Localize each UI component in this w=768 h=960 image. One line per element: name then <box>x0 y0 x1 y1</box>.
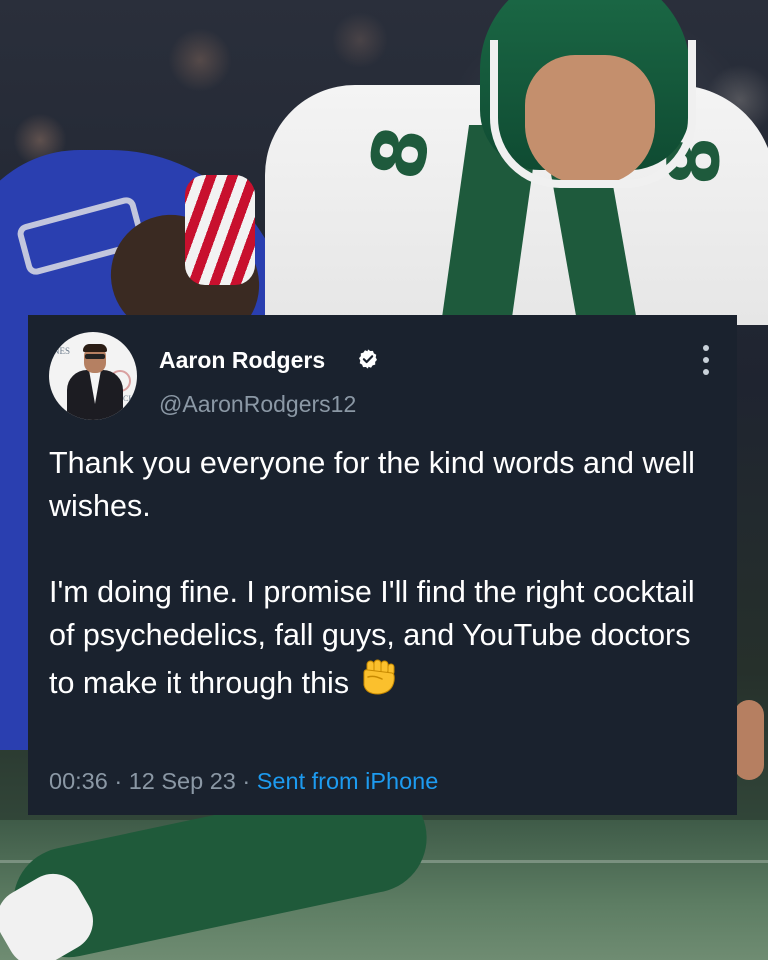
tweet-screenshot-image: 8 8 NES CKY Aaron Rodgers @AaronRodgers1… <box>0 0 768 960</box>
meta-separator: · <box>107 768 129 794</box>
tweet-date: 12 Sep 23 <box>128 768 236 794</box>
display-name[interactable]: Aaron Rodgers <box>159 347 325 374</box>
verified-badge-icon <box>359 349 377 369</box>
user-handle[interactable]: @AaronRodgers12 <box>159 391 356 418</box>
more-options-icon[interactable] <box>696 343 716 377</box>
avatar-hair <box>83 344 107 352</box>
avatar-backdrop-text: NES <box>53 346 71 356</box>
avatar-sunglasses <box>85 354 105 359</box>
more-options-dot <box>703 369 709 375</box>
defender-sleeve-stripes <box>185 175 255 285</box>
tweet-text: Thank you everyone for the kind words an… <box>49 442 719 705</box>
raised-fist-emoji <box>363 659 395 695</box>
meta-separator: · <box>235 768 257 794</box>
more-options-dot <box>703 357 709 363</box>
more-options-dot <box>703 345 709 351</box>
player-hand <box>734 700 764 780</box>
tweet-card[interactable]: NES CKY Aaron Rodgers @AaronRodgers12 Th… <box>28 315 737 815</box>
tweet-time: 00:36 <box>49 768 108 794</box>
avatar[interactable]: NES CKY <box>49 332 137 420</box>
avatar-backdrop-text: CKY <box>123 394 137 403</box>
tweet-source-link[interactable]: Sent from iPhone <box>257 768 439 794</box>
helmet-facemask <box>490 40 696 188</box>
tweet-meta: 00:36 · 12 Sep 23 · Sent from iPhone <box>49 768 438 795</box>
